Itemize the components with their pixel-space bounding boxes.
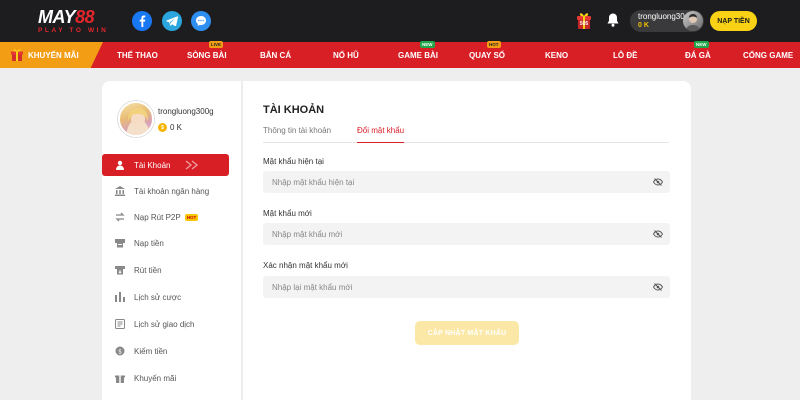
logo-tagline: PLAY TO WIN <box>38 27 109 34</box>
nav-label: LÔ ĐỀ <box>613 50 638 60</box>
logo-text-88: 88 <box>75 7 95 27</box>
nav-label: BẮN CÁ <box>260 50 292 60</box>
header-avatar <box>683 11 703 31</box>
eye-slash-icon[interactable] <box>653 177 663 187</box>
header-balance: 0 K <box>638 22 649 29</box>
p2p-icon <box>115 212 125 222</box>
svg-text:$: $ <box>118 348 122 355</box>
hot-tag: HOT <box>184 213 199 221</box>
may88-logo[interactable]: MAY88 PLAY TO WIN <box>38 8 116 36</box>
withdraw-icon <box>115 266 125 275</box>
main-nav-bar: KHUYẾN MÃI THỂ THAO SÒNG BÀI LIVE BẮN CÁ … <box>0 41 800 68</box>
current-password-input[interactable] <box>263 171 643 193</box>
sidebar-item-label: Lịch sử cược <box>134 292 182 302</box>
nav-promotions[interactable]: KHUYẾN MÃI <box>0 42 103 68</box>
account-sidebar: trongluong300g $0 K Tài Khoản Tài khoản … <box>102 81 242 400</box>
sidebar-item-transaction-history[interactable]: Lịch sử giao dịch <box>102 313 229 335</box>
nav-label: ĐÁ GÀ <box>685 50 711 60</box>
facebook-icon[interactable] <box>132 11 152 31</box>
nav-label: KENO <box>545 50 569 60</box>
sidebar-item-p2p[interactable]: Nạp Rút P2P HOT <box>102 206 229 228</box>
nav-label: CỔNG GAME <box>743 50 794 60</box>
update-password-button[interactable]: CẬP NHẬT MẬT KHẨU <box>415 321 519 345</box>
badge-live: LIVE <box>209 41 224 48</box>
confirm-password-input[interactable] <box>263 276 643 298</box>
current-password-field <box>263 171 670 193</box>
nav-item-game-portal[interactable]: CỔNG GAME <box>743 42 793 68</box>
sidebar-avatar <box>118 101 154 137</box>
top-header: MAY88 PLAY TO WIN 505 trongluong30... 0 … <box>0 0 800 42</box>
nav-item-lode[interactable]: LÔ ĐỀ <box>613 42 637 68</box>
gift-badge-number: 505 <box>579 21 589 27</box>
eye-slash-icon[interactable] <box>653 282 663 292</box>
nav-item-keno[interactable]: KENO <box>545 42 568 68</box>
sidebar-item-label: Kiếm tiền <box>134 346 168 356</box>
promo-gift-icon <box>11 49 23 61</box>
logo-wordmark: MAY88 <box>38 8 116 26</box>
earn-icon: $ <box>115 346 125 356</box>
bet-history-icon <box>115 292 125 302</box>
nav-item-casino[interactable]: SÒNG BÀI LIVE <box>187 41 227 68</box>
sidebar-item-withdraw[interactable]: Rút tiền <box>102 259 229 281</box>
nav-label: THỂ THAO <box>117 50 158 60</box>
new-password-label: Mật khẩu mới <box>263 209 312 218</box>
gift-box-icon[interactable]: 505 <box>576 12 592 30</box>
badge-new: NEW <box>694 41 709 48</box>
badge-hot: HOT <box>487 41 501 48</box>
messenger-chat-icon[interactable] <box>191 11 211 31</box>
sidebar-username: trongluong300g <box>158 107 214 116</box>
page-title: TÀI KHOẢN <box>263 104 325 116</box>
new-password-input[interactable] <box>263 223 643 245</box>
deposit-icon <box>115 239 125 248</box>
nav-item-fishing[interactable]: BẮN CÁ <box>260 42 291 68</box>
transaction-history-icon <box>115 319 125 329</box>
sidebar-item-account[interactable]: Tài Khoản <box>102 154 229 176</box>
confirm-password-label: Xác nhận mật khẩu mới <box>263 261 348 270</box>
nav-item-cockfight[interactable]: ĐÁ GÀ NEW <box>685 41 711 68</box>
bank-icon <box>115 186 125 196</box>
tab-change-password[interactable]: Đổi mật khẩu <box>357 126 405 143</box>
sidebar-balance: $0 K <box>158 123 182 132</box>
bell-icon[interactable] <box>605 12 621 28</box>
deposit-button[interactable]: NẠP TIỀN <box>710 11 757 31</box>
logo-text-may: MAY <box>38 7 76 27</box>
header-username: trongluong30... <box>638 12 686 21</box>
nav-item-sports[interactable]: THỂ THAO <box>117 42 158 68</box>
account-panel: TÀI KHOẢN Thông tin tài khoản Đổi mật kh… <box>243 81 691 400</box>
new-password-field <box>263 223 670 245</box>
sidebar-item-label: Nạp Rút P2P <box>134 212 181 222</box>
current-password-label: Mật khẩu hiện tại <box>263 157 324 166</box>
nav-item-card-games[interactable]: GAME BÀI NEW <box>398 41 438 68</box>
sidebar-item-deposit[interactable]: Nạp tiền <box>102 232 229 254</box>
sidebar-item-bet-history[interactable]: Lịch sử cược <box>102 286 229 308</box>
nav-label: SÒNG BÀI <box>187 50 227 60</box>
gift-icon <box>115 375 125 383</box>
sidebar-item-earn-money[interactable]: $ Kiếm tiền <box>102 340 229 362</box>
tab-account-info[interactable]: Thông tin tài khoản <box>263 126 331 143</box>
sidebar-item-bank-account[interactable]: Tài khoản ngân hàng <box>102 180 229 202</box>
sidebar-item-label: Khuyến mãi <box>134 373 177 383</box>
sidebar-balance-value: 0 K <box>170 123 183 132</box>
eye-slash-icon[interactable] <box>653 229 663 239</box>
confirm-password-field <box>263 276 670 298</box>
badge-new: NEW <box>420 41 435 48</box>
sidebar-item-promotions[interactable]: Khuyến mãi <box>102 367 229 389</box>
sidebar-item-label: Lịch sử giao dịch <box>134 319 195 329</box>
coin-icon: $ <box>158 123 167 132</box>
sidebar-item-label: Tài khoản ngân hàng <box>134 186 210 196</box>
nav-label: NỔ HŨ <box>333 50 359 60</box>
promo-label: KHUYẾN MÃI <box>28 50 79 60</box>
nav-label: QUAY SỐ <box>469 50 506 60</box>
sidebar-item-label: Nạp tiền <box>134 238 164 248</box>
sidebar-item-label: Rút tiền <box>134 265 162 275</box>
account-tabs: Thông tin tài khoản Đổi mật khẩu <box>263 125 669 143</box>
nav-item-slots[interactable]: NỔ HŨ <box>333 42 359 68</box>
nav-item-lottery-draw[interactable]: QUAY SỐ HOT <box>469 41 506 68</box>
nav-label: GAME BÀI <box>398 50 438 60</box>
user-icon <box>116 160 124 170</box>
chevron-arrows-icon <box>186 160 199 170</box>
sidebar-item-label: Tài Khoản <box>134 160 171 170</box>
user-account-pill[interactable]: trongluong30... 0 K <box>630 10 704 32</box>
telegram-icon[interactable] <box>162 11 182 31</box>
